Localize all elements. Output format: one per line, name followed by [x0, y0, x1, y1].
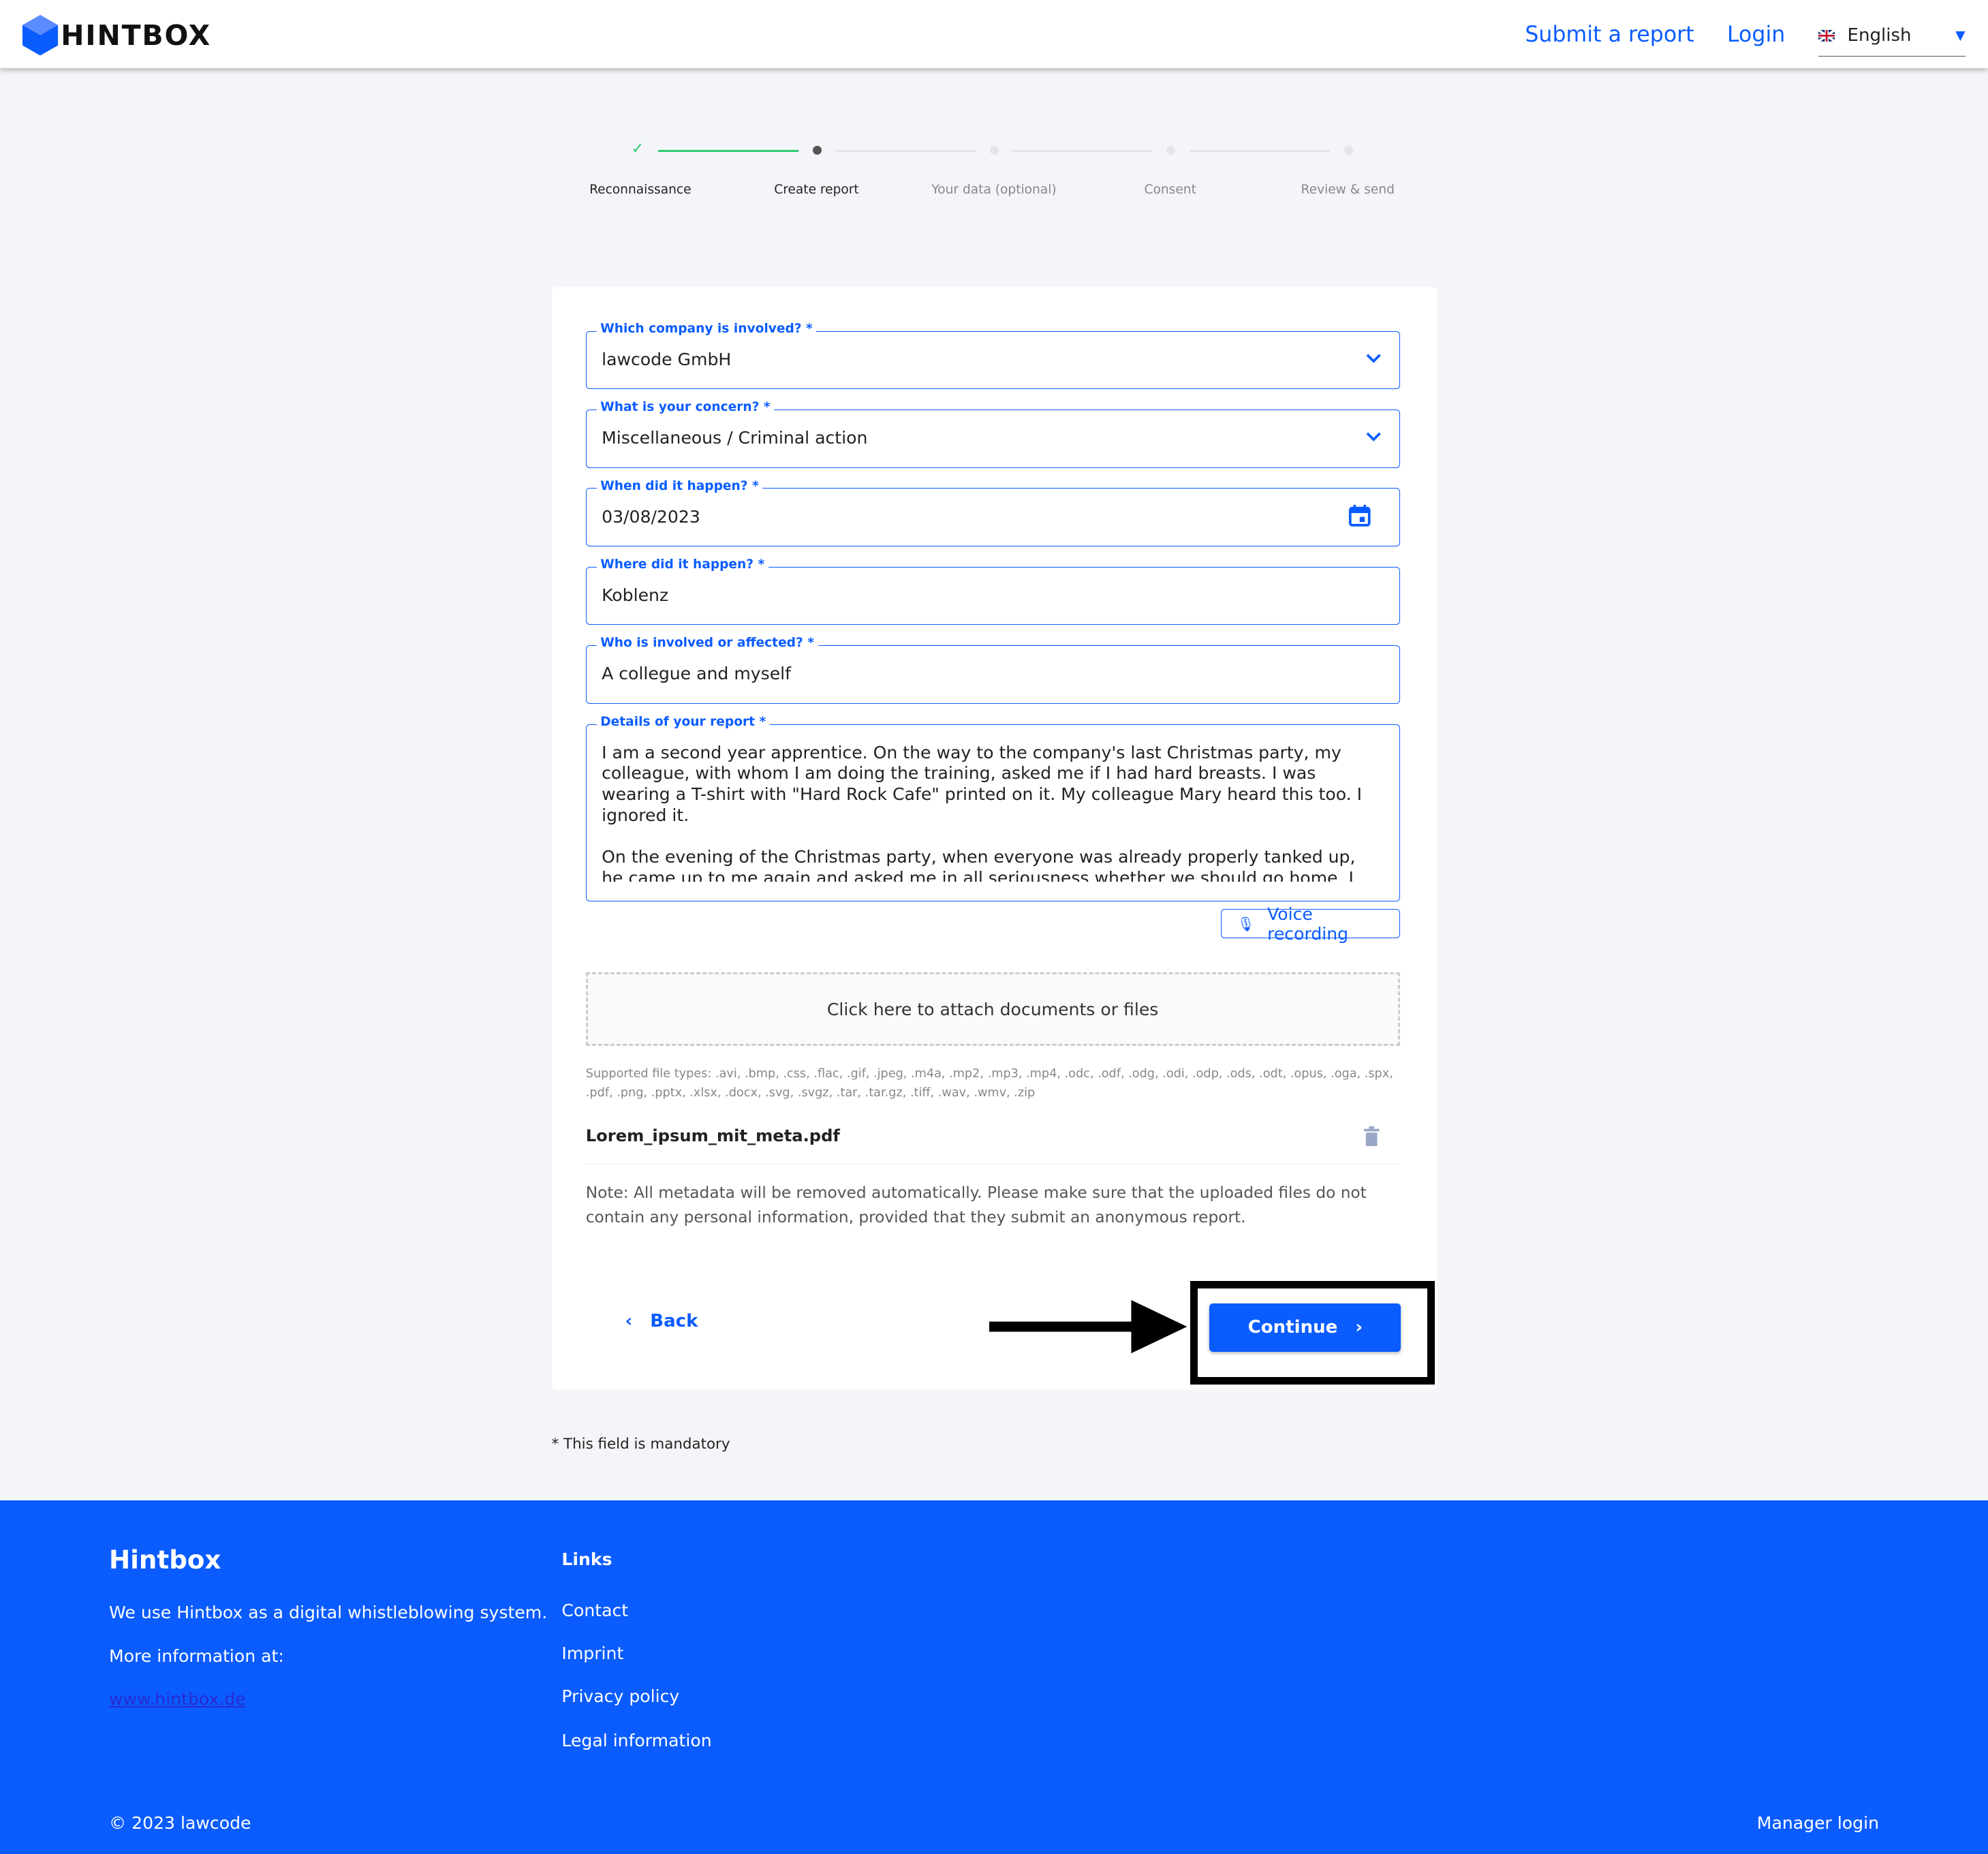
footer-title: Hintbox — [109, 1544, 221, 1575]
contact-link[interactable]: Contact — [561, 1601, 628, 1620]
highlight-box — [1190, 1280, 1435, 1385]
voice-recording-button[interactable]: 🎙 Voice recording — [1221, 904, 1400, 944]
button-label: Back — [650, 1311, 698, 1332]
step-dot — [1344, 146, 1353, 155]
field-label: Who is involved or affected? * — [596, 636, 818, 651]
involved-input[interactable]: Who is involved or affected? * A collegu… — [585, 636, 1400, 704]
field-value: A collegue and myself — [602, 664, 791, 684]
report-form: Which company is involved? * lawcode Gmb… — [551, 286, 1437, 1390]
concern-select[interactable]: What is your concern? * Miscellaneous / … — [585, 400, 1400, 468]
footer: Hintbox We use Hintbox as a digital whis… — [0, 1500, 1988, 1854]
field-label: When did it happen? * — [596, 478, 763, 493]
annotation-arrow — [989, 1299, 1187, 1353]
attached-file: Lorem_ipsum_mit_meta.pdf — [585, 1126, 1400, 1165]
details-textarea[interactable]: Details of your report * I am a second y… — [585, 714, 1400, 902]
step-label: Your data (optional) — [931, 182, 1057, 197]
place-input[interactable]: Where did it happen? * Koblenz — [585, 557, 1400, 625]
back-button[interactable]: ‹ Back — [625, 1311, 698, 1331]
step-line — [835, 149, 976, 153]
step-dot — [1166, 146, 1176, 155]
field-label: Where did it happen? * — [596, 557, 768, 572]
step-line — [1012, 149, 1153, 153]
header: HINTBOX Submit a report Login English ▼ — [0, 0, 1988, 69]
step-label: Consent — [1144, 182, 1196, 197]
field-label: Details of your report * — [596, 714, 770, 729]
login-link[interactable]: Login — [1727, 22, 1785, 47]
step-label: Create report — [774, 182, 859, 197]
step-label: Review & send — [1301, 182, 1395, 197]
links-heading: Links — [561, 1549, 612, 1570]
step-label: Reconnaissance — [589, 182, 692, 197]
imprint-link[interactable]: Imprint — [561, 1643, 623, 1663]
copyright: © 2023 lawcode — [109, 1813, 251, 1834]
footer-text: More information at: — [109, 1646, 284, 1666]
chevron-down-icon — [1366, 348, 1381, 369]
caret-down-icon: ▼ — [1955, 28, 1966, 43]
chevron-left-icon: ‹ — [625, 1311, 633, 1332]
field-value: I am a second year apprentice. On the wa… — [602, 742, 1363, 882]
trash-icon[interactable] — [1364, 1126, 1380, 1151]
field-value: 03/08/2023 — [602, 506, 700, 527]
microphone-icon: 🎙 — [1237, 915, 1255, 932]
field-value: Miscellaneous / Criminal action — [602, 428, 868, 448]
field-value: Koblenz — [602, 585, 669, 605]
step-dot-current — [812, 146, 822, 155]
privacy-policy-link[interactable]: Privacy policy — [561, 1686, 679, 1706]
date-input[interactable]: When did it happen? * 03/08/2023 — [585, 478, 1400, 547]
check-icon: ✓ — [631, 139, 644, 157]
file-name: Lorem_ipsum_mit_meta.pdf — [585, 1126, 840, 1145]
supported-file-types: Supported file types: .avi, .bmp, .css, … — [585, 1067, 1393, 1100]
step-dot — [990, 146, 999, 155]
file-dropzone[interactable]: Click here to attach documents or files — [585, 972, 1400, 1047]
step-line — [1189, 149, 1331, 153]
brand-name: HINTBOX — [61, 19, 212, 52]
button-label: Voice recording — [1267, 903, 1349, 944]
mandatory-note: * This field is mandatory — [551, 1435, 730, 1453]
logo[interactable]: HINTBOX — [22, 15, 211, 56]
uk-flag-icon — [1818, 29, 1835, 42]
company-select[interactable]: Which company is involved? * lawcode Gmb… — [585, 321, 1400, 390]
hintbox-website-link[interactable]: www.hintbox.de — [109, 1689, 246, 1709]
language-select[interactable]: English ▼ — [1818, 22, 1966, 57]
metadata-note: Note: All metadata will be removed autom… — [585, 1183, 1367, 1226]
footer-text: We use Hintbox as a digital whistleblowi… — [109, 1603, 548, 1623]
field-label: What is your concern? * — [596, 400, 775, 415]
field-value: lawcode GmbH — [602, 349, 732, 369]
step-line-done — [657, 149, 799, 153]
dropzone-label: Click here to attach documents or files — [826, 999, 1159, 1019]
legal-information-link[interactable]: Legal information — [561, 1731, 711, 1750]
submit-report-link[interactable]: Submit a report — [1525, 22, 1694, 47]
chevron-down-icon — [1366, 427, 1381, 447]
manager-login-link[interactable]: Manager login — [1757, 1813, 1879, 1833]
cube-logo-icon — [22, 15, 59, 56]
language-value: English — [1847, 25, 1912, 46]
field-label: Which company is involved? * — [596, 321, 817, 336]
calendar-icon[interactable] — [1348, 504, 1371, 531]
